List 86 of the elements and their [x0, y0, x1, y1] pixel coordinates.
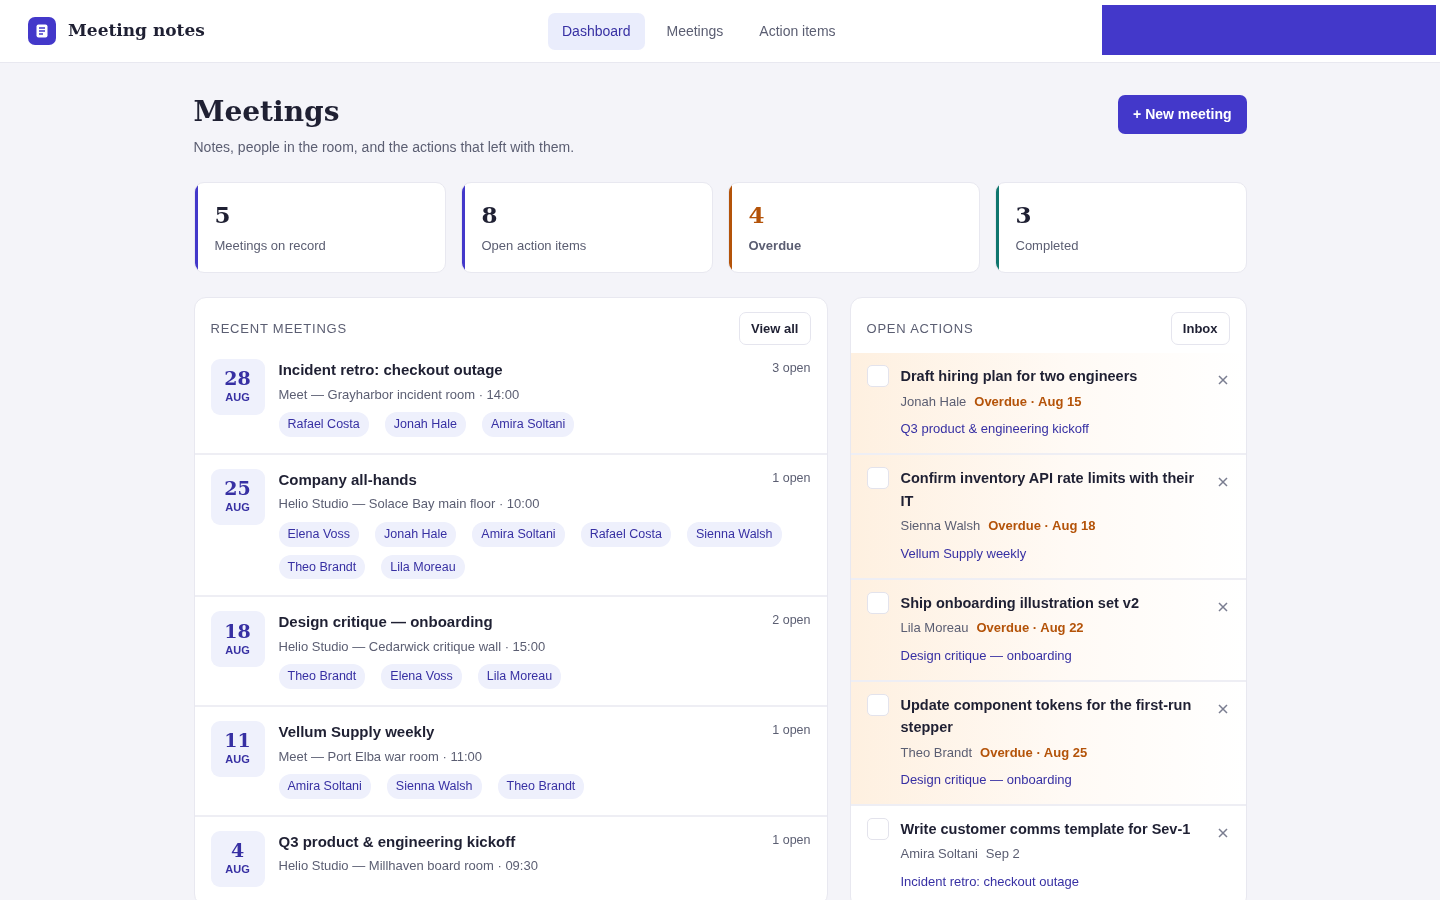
person-tag[interactable]: Amira Soltani [278, 774, 371, 799]
date-day: 11 [224, 730, 251, 752]
page-title: Meetings [193, 95, 341, 129]
nav-tab[interactable]: Meetings [652, 12, 738, 50]
date-month: AUG [225, 752, 250, 768]
action-title: Confirm inventory API rate limits with their IT [900, 469, 1196, 511]
meeting-meta: Helio Studio — Solace Bay main floor · 10:00 [278, 495, 541, 514]
app-title: Meeting notes [68, 19, 205, 43]
date-day: 28 [224, 368, 251, 390]
meeting-title[interactable]: Incident retro: checkout outage [278, 359, 503, 382]
stat-value: 5 [214, 200, 232, 229]
date-day: 4 [230, 840, 245, 862]
stat-label: Completed [1015, 237, 1079, 256]
meeting-title[interactable]: Company all-hands [278, 468, 417, 492]
person-tag[interactable]: Rafael Costa [580, 521, 671, 547]
open-count: 1 open [772, 722, 811, 740]
action-title: Draft hiring plan for two engineers [900, 367, 1139, 387]
due-date: Overdue · Aug 25 [980, 743, 1088, 762]
action-owner: Jonah Hale [900, 392, 967, 411]
checkbox[interactable] [866, 365, 889, 388]
person-tag[interactable]: Theo Brandt [278, 664, 366, 690]
stat-value: 3 [1015, 200, 1033, 229]
person-tag[interactable]: Lila Moreau [477, 664, 562, 690]
due-date: Sep 2 [985, 845, 1020, 864]
person-tag[interactable]: Elena Voss [381, 664, 462, 690]
meeting-link[interactable]: Design critique — onboarding [900, 770, 1072, 790]
person-tag[interactable]: Jonah Hale [384, 412, 466, 437]
date-month: AUG [225, 500, 250, 516]
nav-tab[interactable]: Dashboard [548, 12, 645, 50]
person-tag[interactable]: Jonah Hale [375, 521, 457, 547]
date-month: AUG [225, 390, 250, 406]
meeting-link[interactable]: Q3 product & engineering kickoff [900, 419, 1089, 439]
inbox-button[interactable]: Inbox [1170, 311, 1230, 346]
stat-value: 4 [748, 200, 766, 229]
app-logo-icon [28, 17, 56, 45]
date-month: AUG [225, 862, 250, 878]
due-date: Overdue · Aug 22 [976, 619, 1084, 638]
action-title: Ship onboarding illustration set v2 [900, 593, 1140, 613]
page-subtitle: Notes, people in the room, and the actions that left with them. [193, 137, 575, 157]
open-count: 1 open [772, 469, 811, 487]
date-day: 25 [224, 478, 251, 500]
checkbox[interactable] [866, 818, 889, 840]
person-tag[interactable]: Sienna Walsh [386, 774, 482, 799]
action-title: Write customer comms template for Sev-1 [900, 820, 1192, 839]
person-tag[interactable]: Rafael Costa [278, 412, 369, 437]
meeting-link[interactable]: Incident retro: checkout outage [900, 871, 1079, 892]
stat-value: 8 [481, 200, 499, 229]
section-heading: OPEN ACTIONS [866, 319, 974, 338]
date-day: 18 [224, 620, 251, 642]
meeting-meta: Helio Studio — Cedarwick critique wall · 15:00 [278, 637, 547, 656]
person-tag[interactable]: Theo Brandt [278, 554, 366, 580]
stat-label: Overdue [748, 237, 802, 256]
meeting-title[interactable]: Vellum Supply weekly [278, 721, 435, 744]
meeting-link[interactable]: Vellum Supply weekly [900, 543, 1027, 564]
person-tag[interactable]: Amira Soltani [482, 412, 575, 437]
meeting-title[interactable]: Design critique — onboarding [278, 611, 493, 634]
section-heading: RECENT MEETINGS [210, 319, 347, 338]
view-all-button[interactable]: View all [739, 311, 811, 346]
date-month: AUG [225, 642, 250, 658]
due-date: Overdue · Aug 18 [988, 517, 1096, 536]
stat-label: Meetings on record [214, 237, 326, 256]
meeting-meta: Meet — Grayharbor incident room · 14:00 [278, 385, 521, 404]
meeting-title[interactable]: Q3 product & engineering kickoff [278, 830, 516, 854]
person-tag[interactable]: Theo Brandt [497, 774, 585, 799]
person-tag[interactable]: Sienna Walsh [686, 521, 782, 547]
action-owner: Amira Soltani [900, 845, 978, 864]
open-count: 2 open [772, 612, 811, 630]
checkbox[interactable] [866, 467, 889, 490]
due-date: Overdue · Aug 15 [974, 392, 1082, 411]
person-tag[interactable]: Amira Soltani [472, 521, 565, 547]
open-count: 3 open [772, 360, 811, 378]
nav-tab[interactable]: Action items [745, 12, 850, 50]
open-count: 1 open [772, 831, 811, 849]
action-owner: Theo Brandt [900, 743, 973, 762]
new-meeting-button[interactable]: + New meeting [1118, 95, 1247, 134]
meeting-meta: Helio Studio — Millhaven board room · 09:30 [278, 857, 539, 876]
action-owner: Lila Moreau [900, 619, 969, 638]
person-tag[interactable]: Lila Moreau [381, 554, 465, 580]
person-tag[interactable]: Elena Voss [278, 521, 360, 547]
meeting-link[interactable]: Design critique — onboarding [900, 645, 1072, 666]
action-title: Update component tokens for the first-run stepper [900, 695, 1193, 738]
action-owner: Sienna Walsh [900, 517, 981, 536]
checkbox[interactable] [866, 591, 889, 614]
meeting-meta: Meet — Port Elba war room · 11:00 [278, 747, 483, 766]
stat-label: Open action items [481, 237, 587, 256]
checkbox[interactable] [866, 693, 889, 716]
